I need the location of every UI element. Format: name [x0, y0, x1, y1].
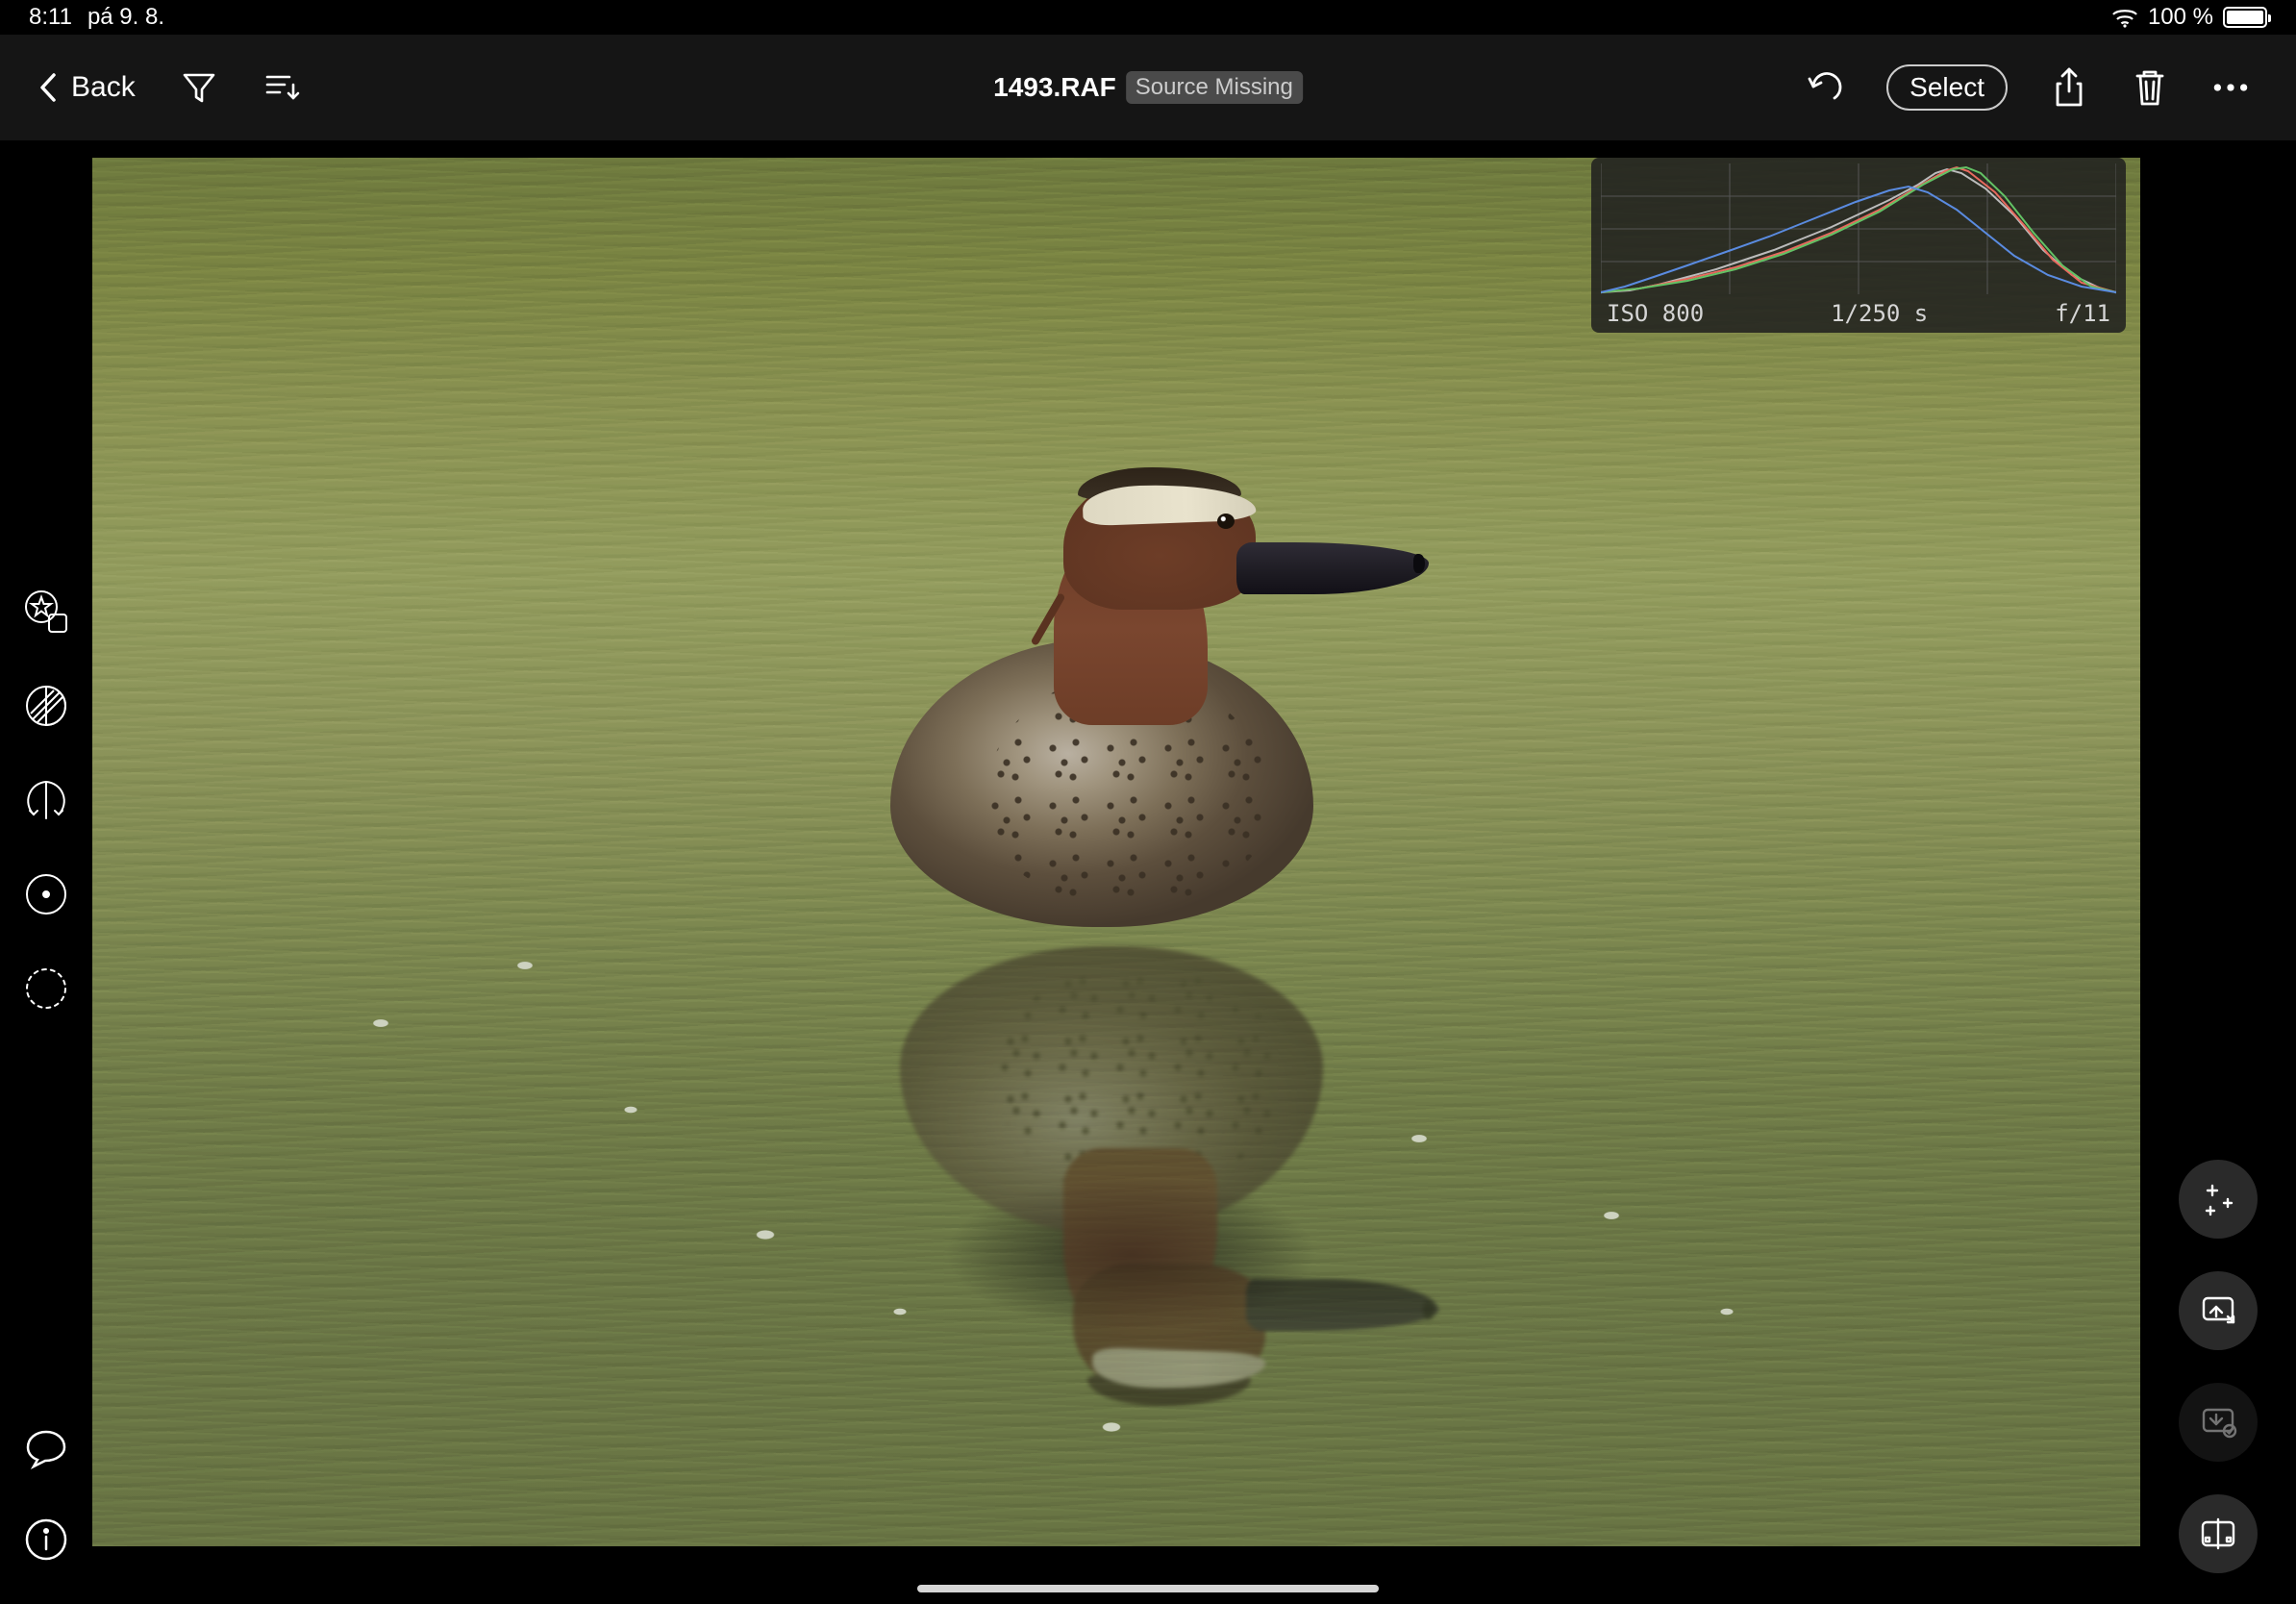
histogram-iso: ISO 800: [1607, 300, 1704, 327]
duck: [833, 446, 1429, 956]
status-bar: 8:11 pá 9. 8. 100 %: [0, 0, 2296, 35]
histogram-shutter: 1/250 s: [1831, 300, 1928, 327]
filter-button[interactable]: [180, 68, 218, 107]
rating-button[interactable]: [22, 588, 70, 636]
histogram-chart: [1601, 163, 2116, 294]
preset-import-icon: [2199, 1405, 2237, 1440]
histogram-panel[interactable]: ISO 800 1/250 s f/11: [1591, 158, 2126, 333]
compare-button[interactable]: [2179, 1494, 2258, 1573]
heal-icon: [23, 871, 69, 917]
export-button[interactable]: [2179, 1271, 2258, 1350]
info-button[interactable]: [22, 1516, 70, 1564]
left-sidebar-bottom: [0, 1425, 92, 1564]
dashed-circle-icon: [23, 965, 69, 1012]
heal-button[interactable]: [22, 870, 70, 918]
battery-icon: [2223, 7, 2267, 28]
canvas[interactable]: ISO 800 1/250 s f/11: [92, 140, 2140, 1604]
photo: ISO 800 1/250 s f/11: [92, 158, 2140, 1546]
back-label: Back: [71, 71, 136, 104]
toolbar-left: Back: [0, 68, 301, 107]
status-battery-text: 100 %: [2148, 4, 2213, 31]
histogram-aperture: f/11: [2055, 300, 2110, 327]
speech-bubble-icon: [24, 1428, 68, 1470]
crop-button[interactable]: [22, 776, 70, 824]
compare-icon: [2199, 1517, 2237, 1550]
status-date: pá 9. 8.: [87, 4, 164, 31]
main-area: ISO 800 1/250 s f/11: [0, 140, 2296, 1604]
share-icon: [2052, 66, 2086, 109]
crop-rotate-icon: [22, 776, 70, 824]
funnel-icon: [181, 70, 217, 105]
source-missing-badge: Source Missing: [1126, 71, 1303, 104]
toolbar: Back 1493.RAF Source Missing: [0, 35, 2296, 140]
back-button[interactable]: Back: [37, 71, 136, 104]
left-sidebar: [0, 140, 92, 1604]
status-right: 100 %: [2111, 4, 2267, 31]
comment-button[interactable]: [22, 1425, 70, 1473]
share-button[interactable]: [2050, 68, 2088, 107]
delete-button[interactable]: [2131, 68, 2169, 107]
star-square-icon: [22, 588, 70, 636]
select-button[interactable]: Select: [1886, 64, 2008, 111]
file-title: 1493.RAF: [993, 72, 1116, 103]
toolbar-right: Select: [1806, 64, 2296, 111]
right-sidebar: [2140, 140, 2296, 1604]
undo-icon: [1806, 69, 1844, 106]
wifi-icon: [2111, 7, 2138, 28]
auto-sparkle-icon: [2199, 1180, 2237, 1218]
sort-icon: [262, 71, 301, 104]
undo-button[interactable]: [1806, 68, 1844, 107]
export-icon: [2199, 1293, 2237, 1328]
mask-button[interactable]: [22, 965, 70, 1013]
half-circle-icon: [23, 683, 69, 729]
trash-icon: [2133, 67, 2167, 108]
ellipsis-icon: [2211, 82, 2250, 93]
auto-button[interactable]: [2179, 1160, 2258, 1239]
select-label: Select: [1909, 72, 1984, 102]
status-left: 8:11 pá 9. 8.: [29, 4, 164, 31]
histogram-meta: ISO 800 1/250 s f/11: [1601, 294, 2116, 327]
info-icon: [24, 1517, 68, 1562]
preset-import-button: [2179, 1383, 2258, 1462]
status-time: 8:11: [29, 4, 72, 31]
sort-button[interactable]: [262, 68, 301, 107]
more-button[interactable]: [2211, 68, 2250, 107]
home-indicator[interactable]: [917, 1585, 1379, 1592]
light-button[interactable]: [22, 682, 70, 730]
title-area: 1493.RAF Source Missing: [993, 71, 1303, 104]
chevron-left-icon: [37, 71, 58, 104]
